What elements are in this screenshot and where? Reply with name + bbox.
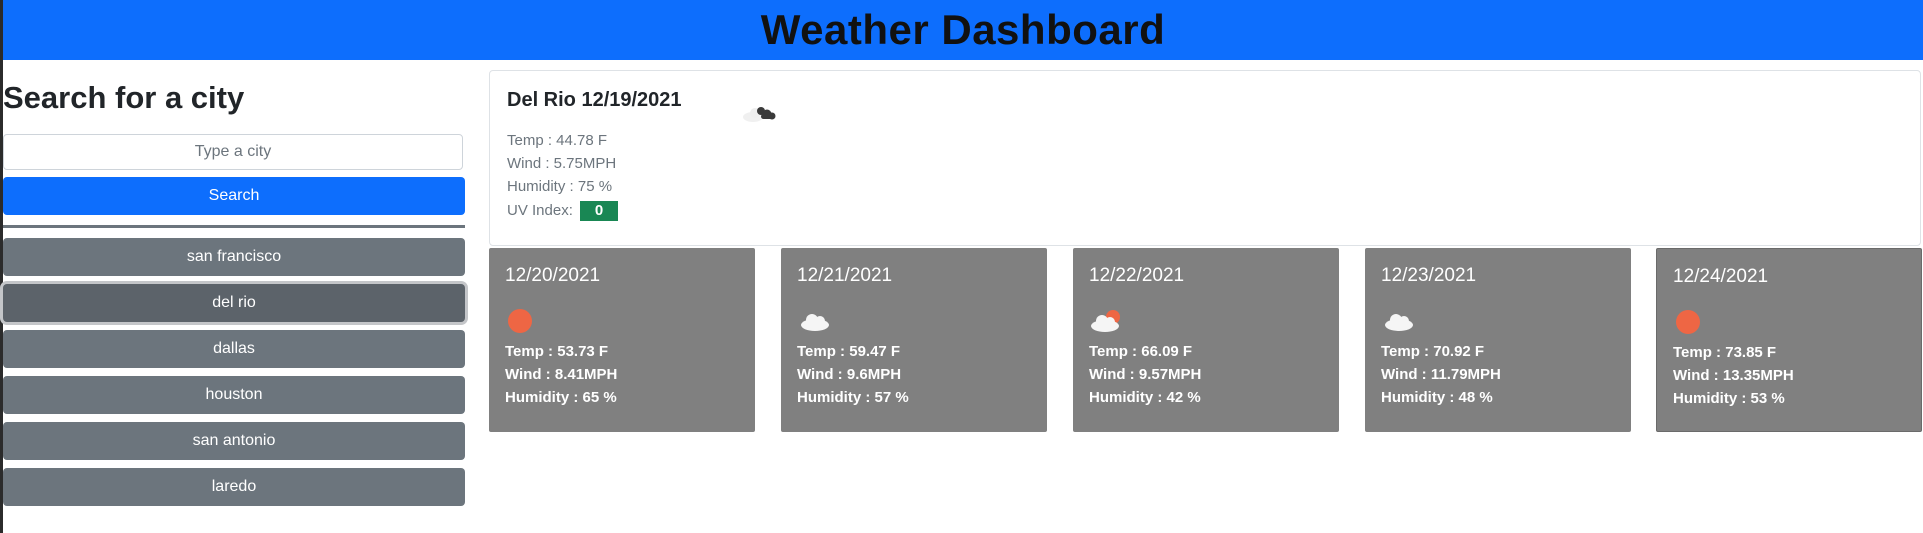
forecast-humidity: Humidity : 53 % [1673, 390, 1785, 407]
current-city-date: Del Rio 12/19/2021 [507, 89, 682, 111]
current-wind: Wind : 5.75MPH [507, 155, 617, 172]
history-city-button[interactable]: san francisco [3, 238, 465, 276]
history-city-button[interactable]: del rio [3, 284, 465, 322]
forecast-humidity: Humidity : 48 % [1381, 389, 1493, 406]
cloud-icon [1385, 314, 1413, 331]
current-uv-row: UV Index: 0 [507, 201, 619, 221]
search-sidebar: Search for a city Search san francisco d… [3, 60, 465, 506]
forecast-date: 12/22/2021 [1089, 265, 1185, 286]
search-history-list: san francisco del rio dallas houston san… [3, 238, 465, 514]
history-city-button[interactable]: houston [3, 376, 465, 414]
forecast-humidity: Humidity : 42 % [1089, 389, 1201, 406]
forecast-date: 12/24/2021 [1673, 266, 1769, 287]
forecast-temp: Temp : 70.92 F [1381, 343, 1485, 360]
partly-cloudy-icon [1091, 310, 1120, 332]
sidebar-divider [3, 225, 465, 228]
forecast-wind: Wind : 8.41MPH [505, 366, 618, 383]
forecast-card: 12/22/2021 Temp : 66.09 F Wind : 9.57MPH… [1073, 248, 1339, 432]
forecast-wind: Wind : 11.79MPH [1381, 366, 1501, 383]
forecast-card: 12/20/2021 Temp : 53.73 F Wind : 8.41MPH… [489, 248, 755, 432]
forecast-wind: Wind : 13.35MPH [1673, 367, 1794, 384]
search-heading: Search for a city [3, 80, 245, 115]
forecast-wind: Wind : 9.57MPH [1089, 366, 1202, 383]
forecast-temp: Temp : 59.47 F [797, 343, 901, 360]
history-city-button[interactable]: san antonio [3, 422, 465, 460]
sun-icon [508, 309, 532, 333]
forecast-card: 12/24/2021 Temp : 73.85 F Wind : 13.35MP… [1656, 248, 1922, 432]
current-weather-card: Del Rio 12/19/2021 Temp : 44.78 F Wind :… [489, 70, 1921, 246]
forecast-temp: Temp : 66.09 F [1089, 343, 1193, 360]
forecast-wind: Wind : 9.6MPH [797, 366, 902, 383]
app-header: Weather Dashboard [3, 0, 1923, 60]
page-title: Weather Dashboard [760, 6, 1166, 53]
forecast-date: 12/21/2021 [797, 265, 893, 286]
history-city-button[interactable]: laredo [3, 468, 465, 506]
forecast-humidity: Humidity : 57 % [797, 389, 909, 406]
forecast-date: 12/20/2021 [505, 265, 601, 286]
current-humidity: Humidity : 75 % [507, 178, 613, 195]
city-search-input[interactable] [3, 134, 463, 170]
forecast-card: 12/23/2021 Temp : 70.92 F Wind : 11.79MP… [1365, 248, 1631, 432]
broken-clouds-icon [743, 107, 776, 122]
forecast-card: 12/21/2021 Temp : 59.47 F Wind : 9.6MPH … [781, 248, 1047, 432]
forecast-humidity: Humidity : 65 % [505, 389, 617, 406]
uv-index-label: UV Index: [507, 201, 573, 219]
cloud-icon [801, 314, 829, 331]
search-button[interactable]: Search [3, 177, 465, 215]
uv-index-badge: 0 [580, 201, 619, 221]
history-city-button[interactable]: dallas [3, 330, 465, 368]
forecast-temp: Temp : 73.85 F [1673, 344, 1777, 361]
forecast-date: 12/23/2021 [1381, 265, 1477, 286]
forecast-temp: Temp : 53.73 F [505, 343, 609, 360]
current-temp: Temp : 44.78 F [507, 132, 608, 149]
sun-icon [1676, 310, 1700, 334]
